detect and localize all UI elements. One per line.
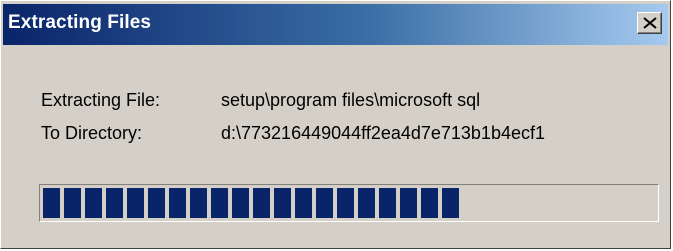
- window-title: Extracting Files: [8, 12, 152, 33]
- progress-block: [274, 188, 291, 218]
- progress-block: [85, 188, 102, 218]
- to-directory-value: d:\773216449044ff2ea4d7e713b1b4ecf1: [221, 123, 545, 143]
- progress-block: [421, 188, 438, 218]
- progress-block: [442, 188, 459, 218]
- progress-bar: [39, 184, 659, 222]
- to-directory-label: To Directory:: [41, 123, 143, 143]
- progress-block: [127, 188, 144, 218]
- progress-block: [358, 188, 375, 218]
- progress-block: [190, 188, 207, 218]
- progress-block: [64, 188, 81, 218]
- progress-block: [148, 188, 165, 218]
- progress-block: [169, 188, 186, 218]
- title-bar[interactable]: Extracting Files: [3, 4, 668, 45]
- progress-block: [295, 188, 312, 218]
- progress-block: [400, 188, 417, 218]
- progress-block: [253, 188, 270, 218]
- extracting-files-dialog: Extracting Files Extracting File: setup\…: [0, 0, 671, 249]
- progress-block: [379, 188, 396, 218]
- progress-block: [106, 188, 123, 218]
- progress-fill: [43, 188, 459, 218]
- progress-block: [43, 188, 60, 218]
- progress-block: [232, 188, 249, 218]
- close-button[interactable]: [637, 12, 662, 34]
- progress-block: [211, 188, 228, 218]
- progress-block: [316, 188, 333, 218]
- progress-block: [337, 188, 354, 218]
- extracting-file-label: Extracting File:: [41, 90, 161, 110]
- close-icon: [643, 17, 657, 29]
- extracting-file-value: setup\program files\microsoft sql: [221, 90, 481, 110]
